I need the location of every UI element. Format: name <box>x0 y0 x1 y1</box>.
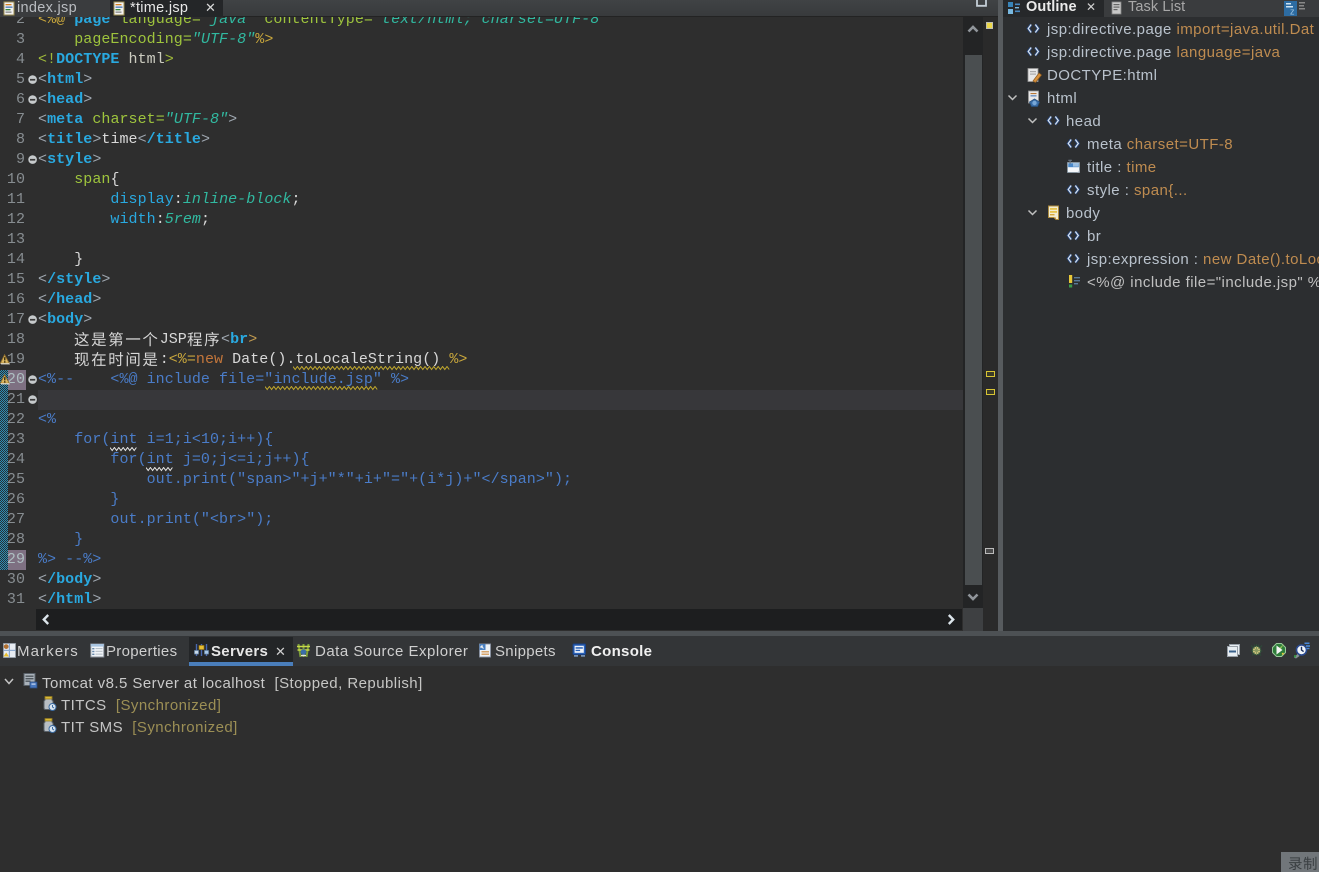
svg-text:z: z <box>1290 7 1295 17</box>
